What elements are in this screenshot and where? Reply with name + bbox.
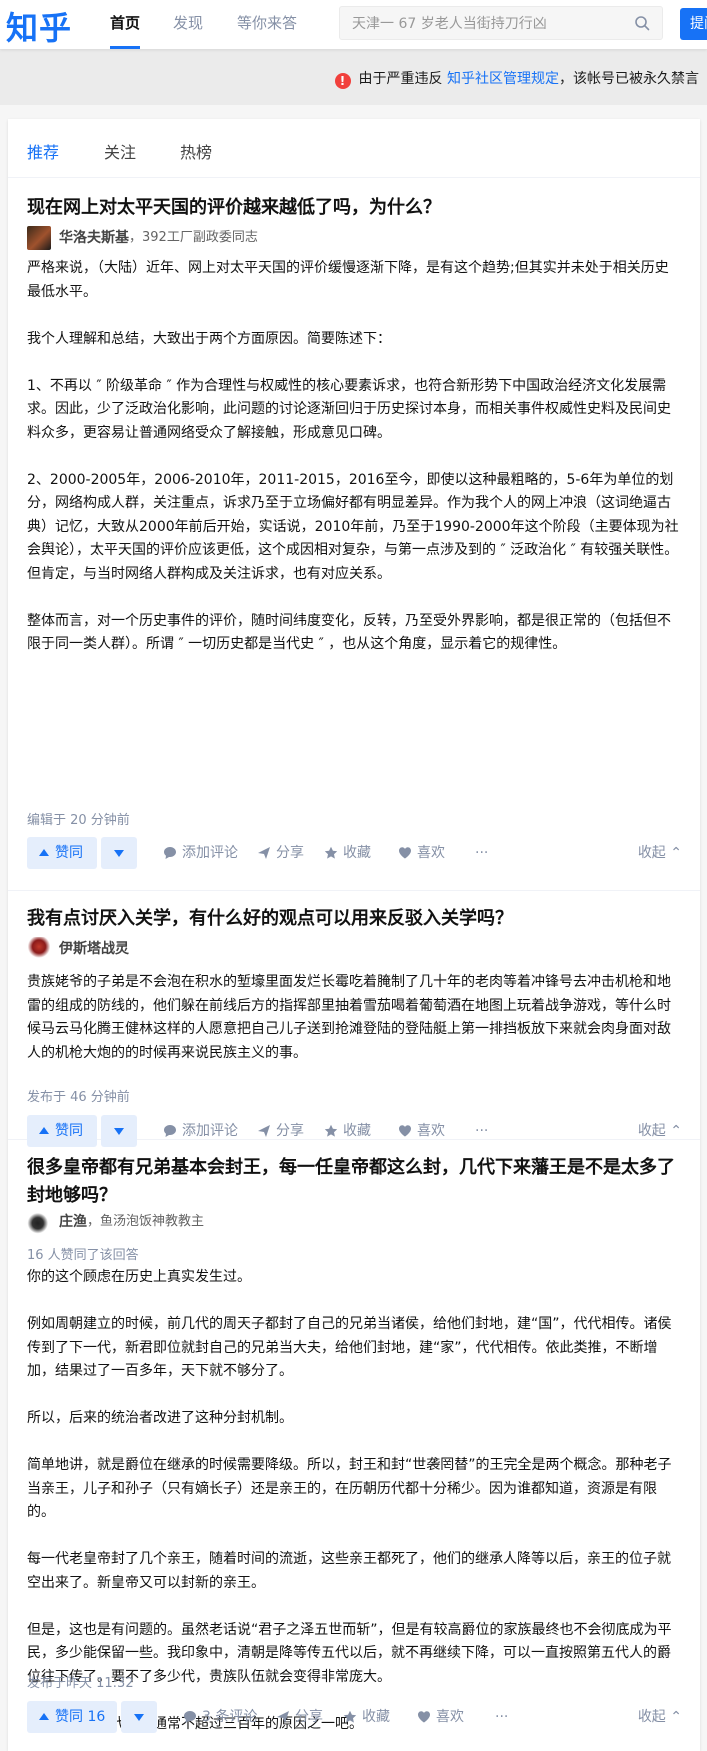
tab-hot[interactable]: 热榜	[180, 139, 212, 163]
triangle-down-icon	[134, 1714, 144, 1721]
answer-content[interactable]: 贵族姥爷的子弟是不会泡在积水的堑壕里面发烂长霉吃着腌制了几十年的老肉等着冲锋号去…	[27, 971, 682, 1065]
upvote-button[interactable]: 赞同 16	[27, 1701, 117, 1733]
share-button[interactable]: 分享	[257, 837, 304, 869]
downvote-button[interactable]	[121, 1701, 157, 1733]
triangle-down-icon	[114, 850, 124, 857]
answer-paragraph: 我个人理解和总结，大致出于两个方面原因。简要陈述下：	[27, 330, 391, 347]
zhihu-logo[interactable]: 知乎	[6, 3, 72, 49]
question-title[interactable]: 现在网上对太平天国的评价越来越低了吗，为什么？	[27, 194, 677, 222]
heart-icon	[399, 847, 411, 859]
more-button[interactable]: ···	[475, 837, 488, 869]
share-icon	[258, 847, 270, 859]
ban-notice: ! 由于严重违反 知乎社区管理规定，该帐号已被永久禁言	[334, 68, 699, 89]
tab-follow[interactable]: 关注	[104, 139, 136, 163]
comment-icon	[184, 1711, 196, 1723]
triangle-up-icon	[39, 1127, 49, 1134]
warning-icon: !	[334, 73, 351, 89]
answer-content[interactable]: 严格来说，（大陆）近年、网上对太平天国的评价缓慢逐渐下降，是有这个趋势;但其实并…	[27, 257, 682, 657]
avatar[interactable]	[27, 937, 51, 961]
upvote-button[interactable]: 赞同	[27, 837, 97, 869]
author-info: 庄渔，鱼汤泡饭神教教主	[27, 1210, 204, 1234]
favorite-button[interactable]: 收藏	[324, 837, 371, 869]
action-bar: 赞同 16 3 条评论 分享 收藏 喜欢 ··· 收起 ⌃	[27, 1701, 682, 1733]
answer-paragraph: 严格来说，（大陆）近年、网上对太平天国的评价缓慢逐渐下降，是有这个趋势;但其实并…	[27, 260, 669, 300]
action-bar: 赞同 添加评论 分享 收藏 喜欢 ··· 收起 ⌃	[27, 837, 682, 869]
comment-icon	[164, 847, 176, 859]
author-bio: ，鱼汤泡饭神教教主	[87, 1214, 205, 1229]
author-info: 伊斯塔战灵	[27, 937, 129, 961]
feed-item: 很多皇帝都有兄弟基本会封王，每一任皇帝都这么封，几代下来藩王是不是太多了封地够吗…	[8, 1140, 700, 1751]
avatar[interactable]	[27, 226, 51, 250]
chevron-up-icon: ⌃	[670, 845, 682, 861]
collapse-button[interactable]: 收起 ⌃	[638, 1701, 682, 1733]
answer-content[interactable]: 你的这个顾虑在历史上真实发生过。 例如周朝建立的时候，前几代的周天子都封了自己的…	[27, 1266, 682, 1736]
favorite-button[interactable]: 收藏	[343, 1701, 390, 1733]
answer-paragraph: 整体而言，对一个历史事件的评价，随时间纬度变化，反转，乃至受外界影响，都是很正常…	[27, 612, 671, 653]
star-icon	[324, 846, 338, 859]
answer-time[interactable]: 发布于昨天 11:32	[27, 1672, 134, 1691]
author-info: 华洛夫斯基，392工厂副政委同志	[27, 226, 258, 250]
upvote-label: 赞同	[55, 1123, 83, 1139]
search-input[interactable]	[350, 13, 624, 35]
upvote-note[interactable]: 16 人赞同了该回答	[27, 1244, 139, 1263]
search-icon[interactable]	[634, 15, 650, 31]
answer-paragraph: 每一代老皇帝封了几个亲王，随着时间的流逝，这些亲王都死了，他们的继承人降等以后，…	[27, 1551, 671, 1591]
star-icon	[343, 1710, 357, 1723]
share-icon	[277, 1711, 289, 1723]
community-rules-link[interactable]: 知乎社区管理规定	[447, 71, 559, 87]
author-name[interactable]: 华洛夫斯基	[59, 230, 129, 246]
feed-tabs: 推荐 关注 热榜	[8, 119, 700, 178]
downvote-button[interactable]	[101, 837, 137, 869]
comment-button[interactable]: 3 条评论	[183, 1701, 257, 1733]
tab-recommend[interactable]: 推荐	[27, 139, 59, 163]
chevron-up-icon: ⌃	[670, 1123, 682, 1139]
search-box[interactable]	[339, 6, 663, 40]
triangle-up-icon	[39, 849, 49, 856]
avatar[interactable]	[27, 1210, 51, 1234]
star-icon	[324, 1124, 338, 1137]
share-icon	[258, 1125, 270, 1137]
ban-notice-banner: ! 由于严重违反 知乎社区管理规定，该帐号已被永久禁言	[0, 49, 707, 105]
nav-waiting-answers[interactable]: 等你来答	[237, 0, 297, 46]
heart-icon	[418, 1711, 430, 1723]
answer-paragraph: 例如周朝建立的时候，前几代的周天子都封了自己的兄弟当诸侯，给他们封地，建“国”，…	[27, 1316, 672, 1379]
answer-paragraph: 简单地讲，就是爵位在继承的时候需要降级。所以，封王和封“世袭罔替”的王完全是两个…	[27, 1457, 672, 1520]
triangle-up-icon	[39, 1713, 49, 1720]
chevron-up-icon: ⌃	[670, 1709, 682, 1725]
answer-time[interactable]: 发布于 46 分钟前	[27, 1086, 130, 1105]
ban-text-after: ，该帐号已被永久禁言	[559, 71, 699, 87]
upvote-label: 赞同 16	[55, 1709, 106, 1725]
answer-paragraph: 1、不再以 ″ 阶级革命 ″ 作为合理性与权威性的核心要素诉求，也符合新形势下中…	[27, 377, 671, 441]
feed-item: 现在网上对太平天国的评价越来越低了吗，为什么？ 华洛夫斯基，392工厂副政委同志…	[8, 178, 700, 891]
feed-item: 我有点讨厌入关学，有什么好的观点可以用来反驳入关学吗？ 伊斯塔战灵 贵族姥爷的子…	[8, 891, 700, 1147]
collapse-button[interactable]: 收起 ⌃	[638, 837, 682, 869]
comment-icon	[164, 1125, 176, 1137]
answer-paragraph: 贵族姥爷的子弟是不会泡在积水的堑壕里面发烂长霉吃着腌制了几十年的老肉等着冲锋号去…	[27, 974, 671, 1061]
comment-button[interactable]: 添加评论	[163, 837, 238, 869]
nav-discover[interactable]: 发现	[173, 0, 203, 46]
like-button[interactable]: 喜欢	[398, 837, 445, 869]
author-name[interactable]: 庄渔	[59, 1214, 87, 1230]
heart-icon	[399, 1125, 411, 1137]
question-title[interactable]: 很多皇帝都有兄弟基本会封王，每一任皇帝都这么封，几代下来藩王是不是太多了封地够吗…	[27, 1154, 677, 1210]
triangle-down-icon	[114, 1128, 124, 1135]
more-button[interactable]: ···	[495, 1701, 508, 1733]
ban-text-before: 由于严重违反	[358, 71, 443, 87]
share-button[interactable]: 分享	[276, 1701, 323, 1733]
answer-time[interactable]: 编辑于 20 分钟前	[27, 809, 130, 828]
question-title[interactable]: 我有点讨厌入关学，有什么好的观点可以用来反驳入关学吗？	[27, 905, 677, 933]
like-button[interactable]: 喜欢	[417, 1701, 464, 1733]
top-bar: 知乎 首页 发现 等你来答 提问	[0, 0, 707, 49]
answer-paragraph: 2、2000-2005年，2006-2010年，2011-2015，2016至今…	[27, 471, 679, 582]
feed-card: 推荐 关注 热榜 现在网上对太平天国的评价越来越低了吗，为什么？ 华洛夫斯基，3…	[8, 119, 700, 1751]
upvote-label: 赞同	[55, 845, 83, 861]
author-bio: ，392工厂副政委同志	[129, 230, 258, 245]
ask-question-button[interactable]: 提问	[680, 8, 707, 40]
answer-paragraph: 你的这个顾虑在历史上真实发生过。	[27, 1269, 251, 1285]
answer-paragraph: 所以，后来的统治者改进了这种分封机制。	[27, 1410, 293, 1426]
nav-home[interactable]: 首页	[110, 0, 141, 49]
author-name[interactable]: 伊斯塔战灵	[59, 941, 129, 957]
